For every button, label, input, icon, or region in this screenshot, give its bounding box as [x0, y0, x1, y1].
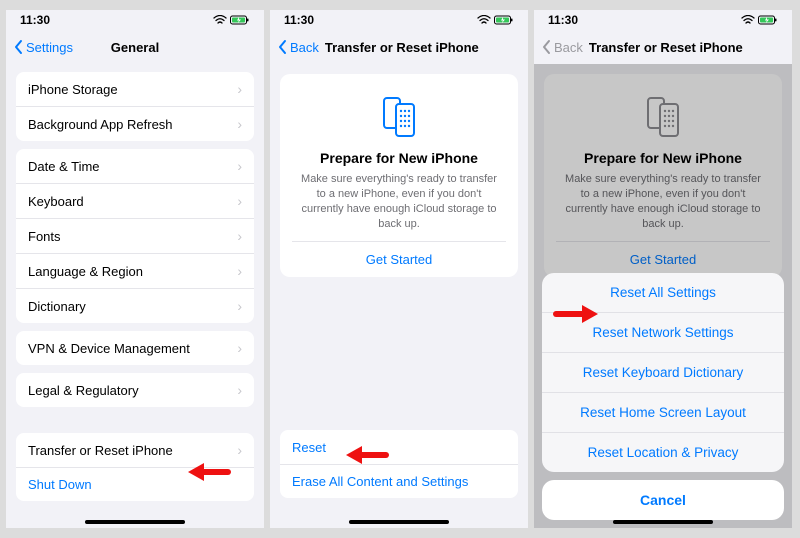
sheet-reset-keyboard-dictionary[interactable]: Reset Keyboard Dictionary	[542, 352, 784, 392]
action-sheet: Reset All Settings Reset Network Setting…	[542, 273, 784, 520]
sheet-reset-home-screen-layout[interactable]: Reset Home Screen Layout	[542, 392, 784, 432]
prepare-card: Prepare for New iPhone Make sure everyth…	[280, 74, 518, 277]
chevron-right-icon: ›	[237, 81, 242, 97]
status-bar: 11:30	[534, 10, 792, 30]
chevron-right-icon: ›	[237, 228, 242, 244]
back-label: Settings	[26, 40, 73, 55]
chevron-right-icon: ›	[237, 116, 242, 132]
status-bar: 11:30	[270, 10, 528, 30]
content-area: Prepare for New iPhone Make sure everyth…	[534, 64, 792, 528]
battery-icon	[230, 15, 250, 25]
sheet-reset-network-settings[interactable]: Reset Network Settings	[542, 312, 784, 352]
wifi-icon	[741, 15, 755, 25]
status-icons	[741, 15, 778, 25]
group-legal: Legal & Regulatory›	[16, 373, 254, 407]
wifi-icon	[477, 15, 491, 25]
status-icons	[477, 15, 514, 25]
home-indicator[interactable]	[85, 520, 185, 524]
row-reset[interactable]: Reset	[280, 430, 518, 464]
screen-2-transfer-reset: 11:30 Back Transfer or Reset iPhone Prep…	[270, 10, 528, 528]
row-language-region[interactable]: Language & Region›	[16, 253, 254, 288]
iphone-transfer-icon	[292, 94, 506, 140]
page-title: Transfer or Reset iPhone	[589, 40, 743, 55]
content-area: Prepare for New iPhone Make sure everyth…	[270, 64, 528, 528]
group-storage: iPhone Storage› Background App Refresh›	[16, 72, 254, 141]
chevron-right-icon: ›	[237, 382, 242, 398]
screen-3-reset-sheet: 11:30 Back Transfer or Reset iPhone Prep…	[534, 10, 792, 528]
chevron-right-icon: ›	[237, 340, 242, 356]
cancel-button[interactable]: Cancel	[542, 480, 784, 520]
row-date-time[interactable]: Date & Time›	[16, 149, 254, 183]
sheet-reset-all-settings[interactable]: Reset All Settings	[542, 273, 784, 312]
wifi-icon	[213, 15, 227, 25]
chevron-left-icon	[278, 39, 288, 55]
home-indicator[interactable]	[349, 520, 449, 524]
row-iphone-storage[interactable]: iPhone Storage›	[16, 72, 254, 106]
group-date-keyboard: Date & Time› Keyboard› Fonts› Language &…	[16, 149, 254, 323]
sheet-reset-location-privacy[interactable]: Reset Location & Privacy	[542, 432, 784, 472]
row-vpn-device-management[interactable]: VPN & Device Management›	[16, 331, 254, 365]
row-background-app-refresh[interactable]: Background App Refresh›	[16, 106, 254, 141]
battery-icon	[758, 15, 778, 25]
content-area: iPhone Storage› Background App Refresh› …	[6, 64, 264, 528]
row-fonts[interactable]: Fonts›	[16, 218, 254, 253]
chevron-right-icon: ›	[237, 298, 242, 314]
back-label: Back	[290, 40, 319, 55]
chevron-right-icon: ›	[237, 158, 242, 174]
status-time: 11:30	[284, 13, 314, 27]
row-shut-down[interactable]: Shut Down	[16, 467, 254, 501]
screen-1-general: 11:30 Settings General iPhone Storage› B…	[6, 10, 264, 528]
group-transfer-shutdown: Transfer or Reset iPhone› Shut Down	[16, 433, 254, 501]
chevron-right-icon: ›	[237, 442, 242, 458]
row-legal-regulatory[interactable]: Legal & Regulatory›	[16, 373, 254, 407]
chevron-right-icon: ›	[237, 263, 242, 279]
chevron-left-icon	[542, 39, 552, 55]
battery-icon	[494, 15, 514, 25]
action-sheet-options: Reset All Settings Reset Network Setting…	[542, 273, 784, 472]
chevron-left-icon	[14, 39, 24, 55]
nav-bar: Back Transfer or Reset iPhone	[270, 30, 528, 64]
chevron-right-icon: ›	[237, 193, 242, 209]
back-label: Back	[554, 40, 583, 55]
bottom-actions: Reset Erase All Content and Settings	[270, 422, 528, 506]
group-vpn: VPN & Device Management›	[16, 331, 254, 365]
back-button[interactable]: Back	[278, 39, 319, 55]
page-title: Transfer or Reset iPhone	[325, 40, 479, 55]
status-time: 11:30	[548, 13, 578, 27]
row-keyboard[interactable]: Keyboard›	[16, 183, 254, 218]
get-started-button[interactable]: Get Started	[292, 241, 506, 277]
status-icons	[213, 15, 250, 25]
status-bar: 11:30	[6, 10, 264, 30]
nav-bar: Settings General	[6, 30, 264, 64]
row-erase-all[interactable]: Erase All Content and Settings	[280, 464, 518, 498]
prepare-title: Prepare for New iPhone	[292, 150, 506, 166]
status-time: 11:30	[20, 13, 50, 27]
group-reset-erase: Reset Erase All Content and Settings	[280, 430, 518, 498]
row-transfer-or-reset[interactable]: Transfer or Reset iPhone›	[16, 433, 254, 467]
back-button[interactable]: Settings	[14, 39, 73, 55]
back-button-dimmed: Back	[542, 39, 583, 55]
prepare-desc: Make sure everything's ready to transfer…	[292, 172, 506, 241]
home-indicator[interactable]	[613, 520, 713, 524]
nav-bar: Back Transfer or Reset iPhone	[534, 30, 792, 64]
row-dictionary[interactable]: Dictionary›	[16, 288, 254, 323]
